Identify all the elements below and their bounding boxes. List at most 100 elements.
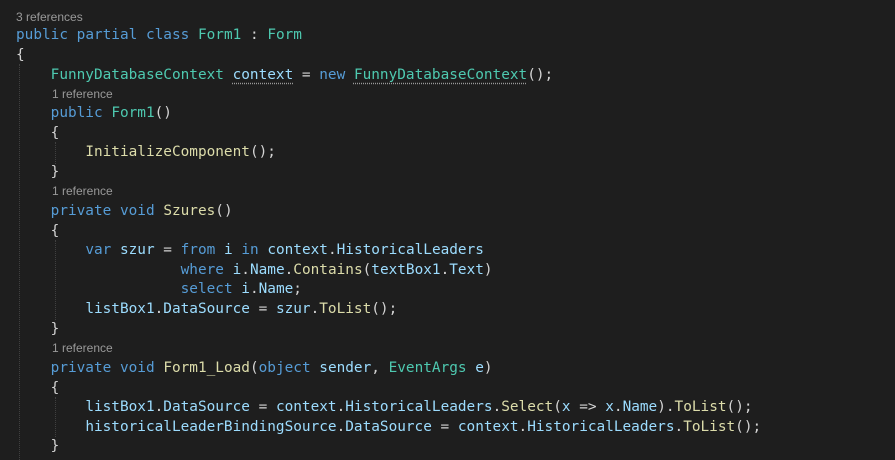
code-token: Form1	[197, 27, 242, 43]
code-token: object	[258, 360, 311, 376]
code-token: listBox1	[85, 399, 155, 415]
code-token: from	[180, 242, 216, 258]
code-token: .	[154, 301, 164, 317]
code-token: ();	[249, 144, 276, 160]
code-token: sender	[319, 360, 372, 376]
code-token: listBox1	[85, 301, 155, 317]
code-token: {	[16, 125, 60, 141]
code-token: EventArgs	[388, 360, 467, 376]
code-token: ()	[154, 105, 172, 121]
code-token: {	[16, 380, 60, 396]
code-token: ToList	[319, 301, 372, 317]
code-token: i	[232, 262, 242, 278]
code-token: :	[241, 27, 268, 43]
code-line[interactable]: var szur = from i in context.HistoricalL…	[16, 241, 895, 261]
code-line[interactable]: {	[16, 222, 895, 242]
code-token: .	[440, 262, 450, 278]
code-token: (	[249, 360, 259, 376]
code-token: x	[605, 399, 614, 415]
code-line[interactable]: }	[16, 320, 895, 340]
code-lens-references[interactable]: 3 references	[16, 10, 83, 24]
code-token: )	[483, 262, 493, 278]
code-token: .	[284, 262, 294, 278]
code-token: DataSource	[163, 399, 250, 415]
code-line[interactable]: {	[16, 379, 895, 399]
code-token: ;	[293, 281, 302, 297]
code-token: void	[119, 203, 155, 219]
code-line[interactable]: where i.Name.Contains(textBox1.Text)	[16, 261, 895, 281]
code-token: ();	[371, 301, 398, 317]
code-token: ();	[735, 419, 762, 435]
code-token: in	[241, 242, 259, 258]
code-token: {	[16, 47, 25, 63]
code-line[interactable]: {	[16, 124, 895, 144]
code-token: .	[613, 399, 623, 415]
code-token: DataSource	[345, 419, 432, 435]
code-token: .	[154, 399, 164, 415]
code-token: private	[50, 360, 112, 376]
code-line[interactable]: listBox1.DataSource = context.Historical…	[16, 398, 895, 418]
code-line[interactable]: private void Szures()	[16, 202, 895, 222]
code-token: szur	[119, 242, 155, 258]
code-token: ,	[371, 360, 389, 376]
code-token: Name	[249, 262, 285, 278]
code-line[interactable]: }	[16, 163, 895, 183]
code-lens-references[interactable]: 1 reference	[52, 87, 113, 101]
code-token: .	[310, 301, 320, 317]
code-token: context	[267, 242, 328, 258]
code-token: var	[85, 242, 112, 258]
code-token: i	[223, 242, 233, 258]
code-line[interactable]: listBox1.DataSource = szur.ToList();	[16, 300, 895, 320]
code-line[interactable]: }	[16, 437, 895, 457]
code-token: i	[241, 281, 250, 297]
code-token: DataSource	[163, 301, 250, 317]
code-token: private	[50, 203, 112, 219]
code-token: (	[362, 262, 372, 278]
code-token: (	[553, 399, 562, 415]
code-token: void	[119, 360, 155, 376]
code-line[interactable]: InitializeComponent();	[16, 143, 895, 163]
code-line[interactable]: FunnyDatabaseContext context = new Funny…	[16, 66, 895, 86]
code-token: .	[241, 262, 250, 278]
code-line[interactable]: public Form1()	[16, 104, 895, 124]
code-token: .	[336, 399, 346, 415]
code-token: Contains	[293, 262, 363, 278]
code-token: }	[16, 438, 60, 454]
code-line[interactable]: private void Form1_Load(object sender, E…	[16, 359, 895, 379]
code-line[interactable]: public partial class Form1 : Form	[16, 26, 895, 46]
code-editor[interactable]: 3 references public partial class Form1 :…	[0, 0, 895, 460]
code-line[interactable]: {	[16, 46, 895, 66]
code-token: HistoricalLeaders	[527, 419, 675, 435]
code-token: context	[457, 419, 519, 435]
code-lens-references[interactable]: 1 reference	[52, 341, 113, 355]
code-token: ).	[657, 399, 675, 415]
code-token: FunnyDatabaseContext	[50, 67, 224, 83]
code-line[interactable]: select i.Name;	[16, 280, 895, 300]
code-token: select	[180, 281, 233, 297]
code-line[interactable]: historicalLeaderBindingSource.DataSource…	[16, 418, 895, 438]
code-token: {	[16, 223, 60, 239]
code-token: .	[518, 419, 528, 435]
code-lens-references[interactable]: 1 reference	[52, 184, 113, 198]
code-token: ()	[215, 203, 233, 219]
code-token: public	[16, 27, 68, 43]
code-token: }	[16, 164, 60, 180]
code-token: e	[475, 360, 484, 376]
code-token: =	[431, 419, 458, 435]
